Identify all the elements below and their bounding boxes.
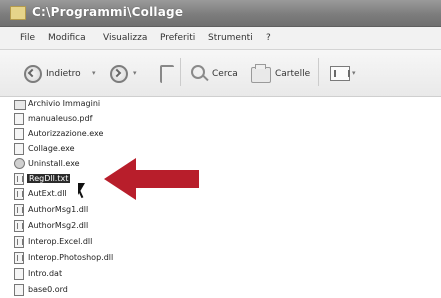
- menu-preferiti[interactable]: Preferiti: [160, 33, 195, 43]
- exe-icon: [14, 128, 24, 140]
- menu-modifica[interactable]: Modifica: [48, 33, 86, 43]
- window-title: C:\Programmi\Collage: [32, 5, 184, 19]
- file-name: Autorizzazione.exe: [28, 129, 104, 138]
- file-list: Archivio Immagini manualeuso.pdf Autoriz…: [0, 97, 441, 298]
- exe-icon: [14, 143, 24, 155]
- list-item[interactable]: AuthorMsg2.dll: [14, 219, 214, 235]
- back-button-icon[interactable]: [24, 65, 42, 83]
- list-item[interactable]: Archivio Immagini: [14, 97, 214, 113]
- menu-strumenti[interactable]: Strumenti: [208, 33, 253, 43]
- dll-icon: [14, 236, 24, 248]
- forward-button-icon[interactable]: [110, 65, 128, 83]
- pdf-icon: [14, 113, 24, 125]
- dll-icon: [14, 173, 24, 185]
- toolbar-separator: [180, 58, 181, 86]
- folders-label[interactable]: Cartelle: [275, 69, 310, 79]
- file-name: base0.ord: [28, 285, 68, 294]
- forward-dropdown-chevron-icon[interactable]: ▾: [133, 69, 137, 77]
- dll-icon: [14, 204, 24, 216]
- menu-bar: File Modifica Visualizza Preferiti Strum…: [0, 27, 441, 50]
- folders-icon[interactable]: [251, 64, 271, 83]
- red-arrow-icon: [104, 158, 199, 200]
- file-name: Uninstall.exe: [28, 159, 80, 168]
- file-name: AuthorMsg2.dll: [28, 221, 89, 230]
- list-item[interactable]: manualeuso.pdf: [14, 112, 214, 128]
- list-item[interactable]: Interop.Excel.dll: [14, 235, 214, 251]
- explorer-window: C:\Programmi\Collage File Modifica Visua…: [0, 0, 441, 298]
- file-name: AutExt.dll: [28, 189, 67, 198]
- list-item[interactable]: Interop.Photoshop.dll: [14, 251, 214, 267]
- list-item[interactable]: Intro.dat: [14, 267, 214, 283]
- back-dropdown-chevron-icon[interactable]: ▾: [92, 69, 96, 77]
- list-item[interactable]: AuthorMsg1.dll: [14, 203, 214, 219]
- list-item[interactable]: base0.ord: [14, 283, 214, 298]
- file-icon: [14, 284, 24, 296]
- menu-file[interactable]: File: [20, 33, 35, 43]
- up-folder-icon[interactable]: [160, 65, 174, 83]
- gear-icon: [14, 158, 25, 169]
- file-icon: [14, 268, 24, 280]
- dll-icon: [14, 220, 24, 232]
- mouse-cursor-icon: [78, 183, 85, 195]
- toolbar: Indietro ▾ ▾ Cerca Cartelle ▾: [0, 50, 441, 97]
- search-icon[interactable]: [191, 65, 205, 79]
- search-label[interactable]: Cerca: [212, 69, 238, 79]
- file-name: RegDll.txt: [27, 174, 71, 183]
- dll-icon: [14, 188, 24, 200]
- file-name: Archivio Immagini: [28, 99, 101, 108]
- menu-visualizza[interactable]: Visualizza: [103, 33, 147, 43]
- views-icon[interactable]: [330, 66, 350, 81]
- list-item[interactable]: Autorizzazione.exe: [14, 127, 214, 143]
- file-name: Collage.exe: [28, 144, 75, 153]
- file-name: Interop.Photoshop.dll: [28, 253, 114, 262]
- toolbar-separator: [318, 58, 319, 86]
- menu-help[interactable]: ?: [266, 33, 271, 43]
- views-dropdown-chevron-icon[interactable]: ▾: [352, 69, 356, 77]
- back-label[interactable]: Indietro: [46, 69, 81, 79]
- folder-icon: [14, 100, 26, 110]
- file-name: AuthorMsg1.dll: [28, 205, 89, 214]
- file-name: manualeuso.pdf: [28, 114, 93, 123]
- title-bar[interactable]: C:\Programmi\Collage: [0, 0, 441, 27]
- dll-icon: [14, 252, 24, 264]
- file-name: Intro.dat: [28, 269, 63, 278]
- file-name: Interop.Excel.dll: [28, 237, 93, 246]
- folder-icon: [10, 6, 26, 20]
